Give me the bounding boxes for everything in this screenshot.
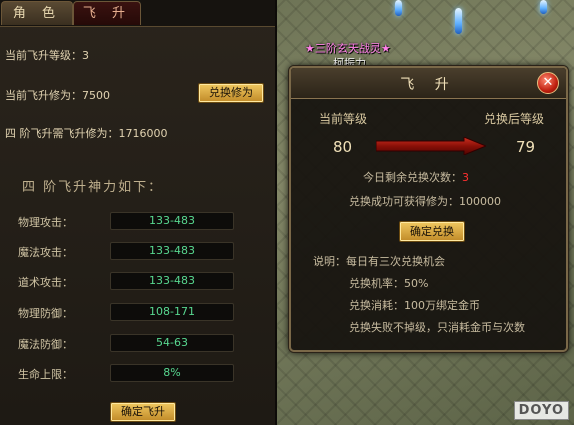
crystal-icon — [395, 0, 402, 16]
stat-value: 133-483 — [110, 212, 234, 230]
stat-label: 生命上限： — [18, 368, 73, 381]
current-ascension-level: 当前飞升等级：3 — [5, 49, 89, 62]
tab-ascension[interactable]: 飞 升 — [73, 1, 141, 25]
stat-value: 54-63 — [110, 334, 234, 352]
exchange-gain: 兑换成功可获得修为：100000 — [349, 195, 501, 208]
stat-value: 8% — [110, 364, 234, 382]
current-level-value: 80 — [333, 138, 353, 156]
stat-label: 物理防御： — [18, 307, 73, 320]
ascension-dialog: 飞 升 ✕ 当前等级 兑换后等级 80 79 今日剩余兑换次数：3 兑换成功可获… — [289, 66, 568, 352]
crystal-icon — [540, 0, 547, 14]
remaining-exchanges-label: 今日剩余兑换次数： — [363, 171, 462, 184]
dialog-title: 飞 升 — [400, 77, 457, 93]
stat-label: 魔法防御： — [18, 338, 73, 351]
note-line: 说明：每日有三次兑换机会 — [313, 255, 445, 268]
ascension-requirement: 四 阶飞升需飞升修为：1716000 — [5, 127, 168, 140]
exchange-cultivation-button[interactable]: 兑换修为 — [198, 83, 264, 103]
section-title: 四 阶飞升神力如下： — [22, 180, 164, 195]
stat-value: 108-171 — [110, 303, 234, 321]
stat-label: 道术攻击： — [18, 276, 73, 289]
crystal-icon — [455, 8, 462, 34]
stat-value: 133-483 — [110, 242, 234, 260]
tab-character[interactable]: 角 色 — [1, 1, 73, 25]
remaining-exchanges: 今日剩余兑换次数：3 — [363, 169, 469, 185]
remaining-exchanges-count: 3 — [462, 171, 469, 184]
watermark-logo: DOYO — [513, 401, 569, 420]
stat-label: 物理攻击： — [18, 216, 73, 229]
confirm-ascend-button[interactable]: 确定飞升 — [110, 402, 176, 422]
current-ascension-cultivation: 当前飞升修为：7500 — [5, 89, 110, 102]
confirm-exchange-button[interactable]: 确定兑换 — [399, 221, 465, 242]
stat-value: 133-483 — [110, 272, 234, 290]
close-icon[interactable]: ✕ — [537, 72, 559, 94]
after-level-label: 兑换后等级 — [484, 112, 545, 126]
note-line: 兑换消耗：100万绑定金币 — [349, 299, 480, 312]
tab-bar: 角 色 飞 升 — [0, 0, 275, 27]
arrow-right-icon — [376, 137, 486, 155]
dialog-header: 飞 升 ✕ — [291, 68, 566, 99]
after-level-value: 79 — [516, 138, 536, 156]
character-panel: 角 色 飞 升 当前飞升等级：3 当前飞升修为：7500 兑换修为 四 阶飞升需… — [0, 0, 277, 425]
character-title: ★三阶玄天战灵★ — [305, 42, 391, 55]
stat-label: 魔法攻击： — [18, 246, 73, 259]
note-line: 兑换失败不掉级，只消耗金币与次数 — [349, 321, 525, 334]
current-level-label: 当前等级 — [319, 112, 368, 126]
note-line: 兑换机率：50% — [349, 277, 429, 290]
